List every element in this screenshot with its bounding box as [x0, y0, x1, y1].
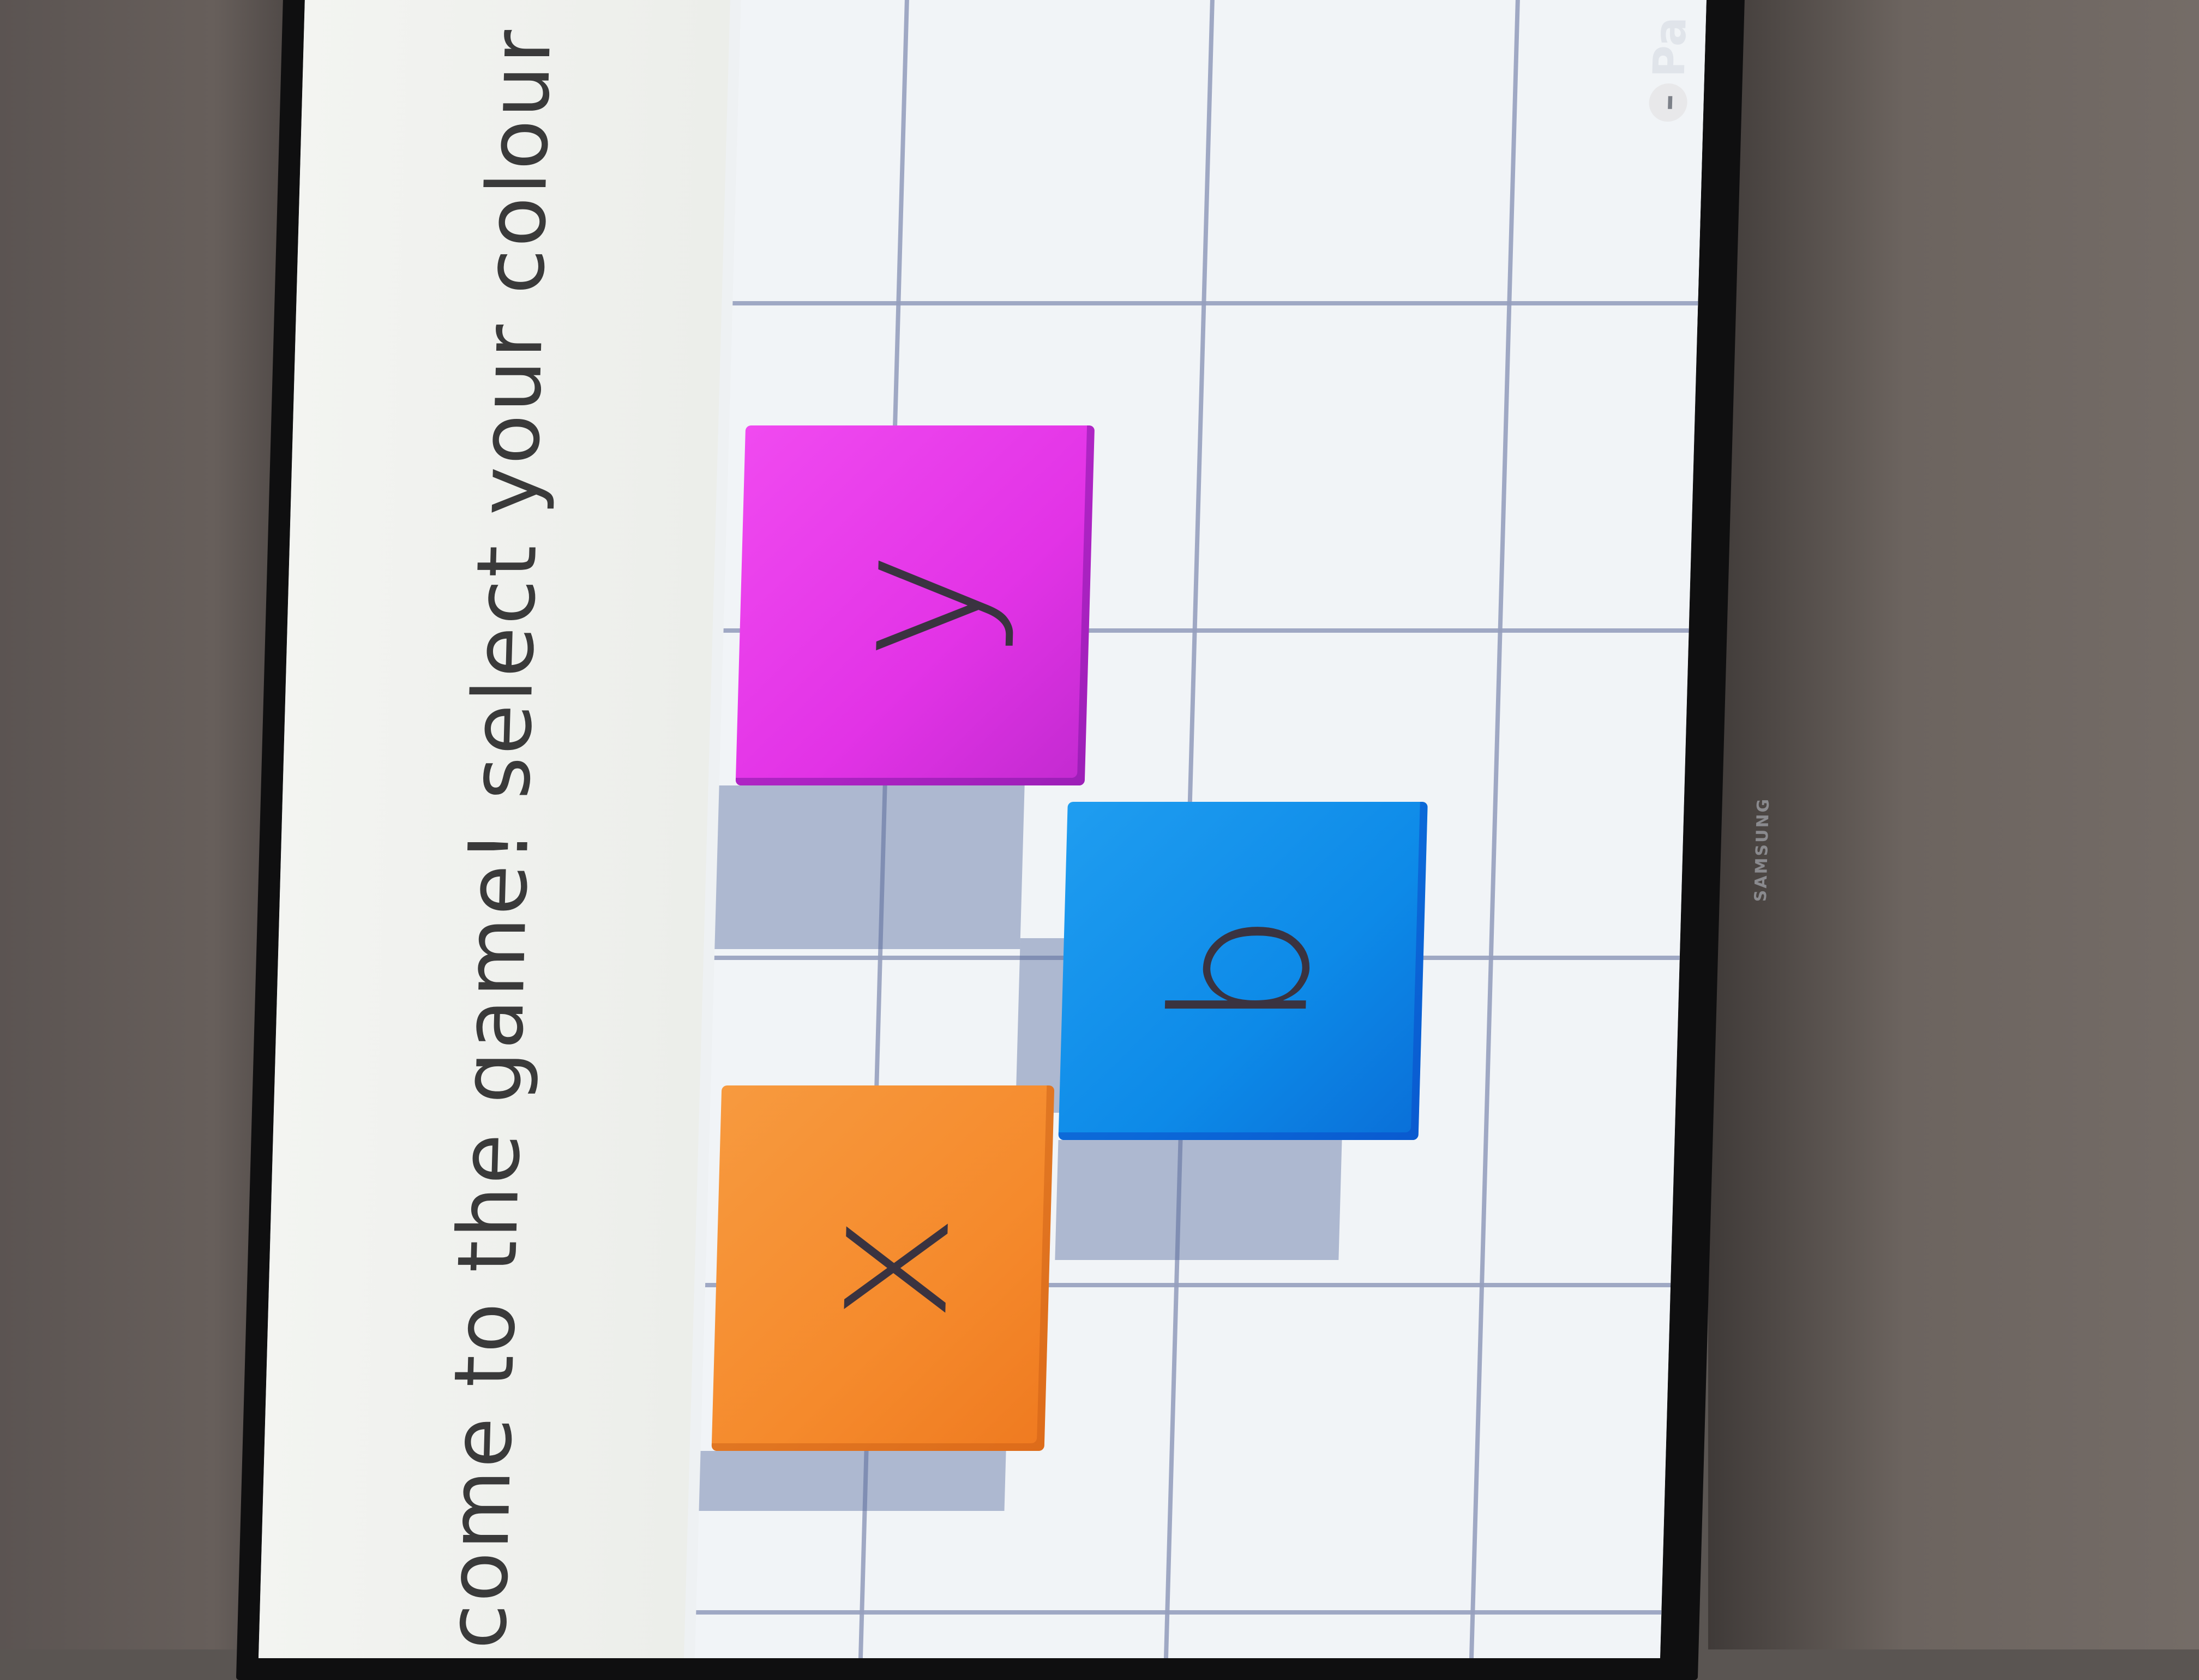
- color-block-blue[interactable]: b: [1058, 802, 1428, 1140]
- block-letter: x: [773, 1213, 993, 1323]
- block-letter: y: [806, 550, 1025, 661]
- block-shadow: [1055, 1140, 1342, 1260]
- block-shadow: [714, 785, 1025, 949]
- welcome-title: lcome to the game! select your colour: [429, 27, 570, 1658]
- title-panel: lcome to the game! select your colour: [258, 0, 730, 1658]
- block-shadow: [699, 1451, 1006, 1511]
- color-block-pink[interactable]: y: [735, 425, 1095, 785]
- minus-button-icon: –: [1648, 83, 1688, 122]
- pause-label: Pa: [1643, 17, 1696, 77]
- block-letter: b: [1133, 912, 1353, 1030]
- color-block-orange[interactable]: x: [711, 1085, 1055, 1451]
- pause-hint[interactable]: Pa –: [1637, 0, 1701, 122]
- tv-bezel: lcome to the game! select your colour y …: [236, 0, 1773, 1680]
- tv-brand-logo: SAMSUNG: [1751, 797, 1774, 902]
- tv-screen: lcome to the game! select your colour y …: [258, 0, 1707, 1658]
- wall-right: [1708, 0, 2199, 1649]
